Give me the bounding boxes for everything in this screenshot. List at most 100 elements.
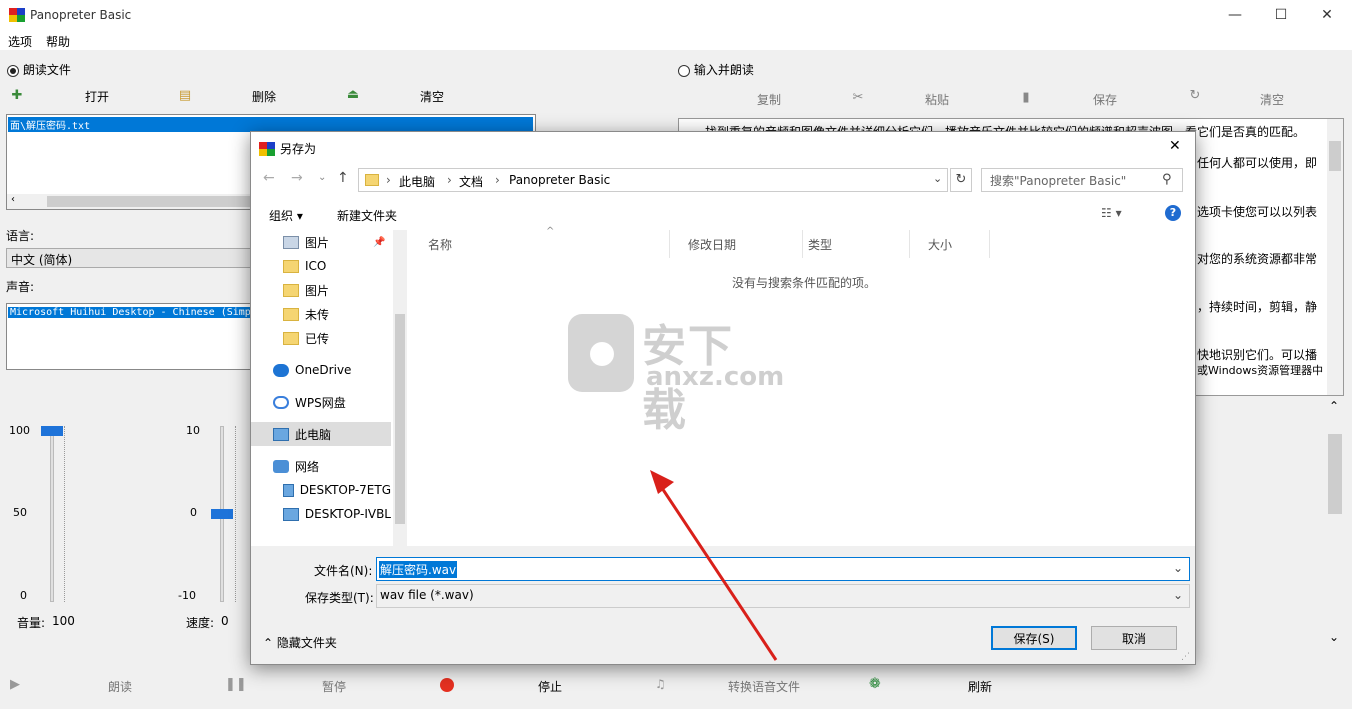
organize-button[interactable]: 组织 ▾ <box>269 207 303 224</box>
minimize-button[interactable]: — <box>1212 0 1258 30</box>
refresh-icon[interactable]: ❁ <box>869 676 881 692</box>
nav-network[interactable]: 网络 <box>251 454 391 478</box>
column-size[interactable]: 大小 <box>910 230 990 258</box>
read-button[interactable]: 朗读 <box>108 678 132 695</box>
view-options-icon[interactable]: ☷ ▾ <box>1101 206 1122 220</box>
dialog-save-button[interactable]: 保存(S) <box>991 626 1077 650</box>
paste-icon[interactable]: ✂ <box>850 90 866 106</box>
column-type[interactable]: 类型 <box>790 230 910 258</box>
stop-icon[interactable] <box>440 678 454 692</box>
nav-onedrive[interactable]: OneDrive <box>251 358 391 382</box>
page-vscroll-thumb[interactable] <box>1328 434 1342 514</box>
nav-vscroll-thumb[interactable] <box>395 314 405 524</box>
column-date-modified[interactable]: 修改日期 <box>670 230 803 258</box>
delete-file-icon[interactable]: ▤ <box>177 88 193 104</box>
clear-button[interactable]: 清空 <box>420 88 444 105</box>
nav-ico[interactable]: ICO <box>251 254 391 278</box>
nav-wps[interactable]: WPS网盘 <box>251 390 391 414</box>
pause-button[interactable]: 暂停 <box>322 678 346 695</box>
read-file-radio[interactable] <box>7 64 19 77</box>
stop-button[interactable]: 停止 <box>538 678 562 695</box>
voice-list-item[interactable]: Microsoft Huihui Desktop - Chinese (Simp… <box>8 307 254 318</box>
nav-label: 未传 <box>305 307 330 322</box>
hide-folders-toggle[interactable]: ⌃ 隐藏文件夹 <box>263 634 337 651</box>
address-dropdown-icon[interactable]: ⌄ <box>933 172 942 185</box>
refresh-location-icon[interactable]: ↻ <box>950 168 972 192</box>
back-icon[interactable]: ← <box>263 170 275 186</box>
breadcrumb-this-pc[interactable]: 此电脑 <box>399 173 435 190</box>
recent-dropdown-icon[interactable]: ⌄ <box>318 172 326 183</box>
filetype-label: 保存类型(T): <box>305 591 374 605</box>
menu-help[interactable]: 帮助 <box>46 33 70 50</box>
scroll-up-icon[interactable]: ⌃ <box>1329 399 1339 413</box>
arrow-shaft <box>656 481 778 661</box>
resize-grip-icon[interactable]: ⋰ <box>1181 652 1190 662</box>
clear-list-icon[interactable]: ⏏ <box>345 87 361 103</box>
address-bar[interactable]: › 此电脑 › 文档 › Panopreter Basic ⌄ <box>358 168 948 192</box>
filename-value: 解压密码.wav <box>379 561 458 578</box>
vscroll-thumb[interactable] <box>1329 141 1341 171</box>
speed-value: 0 <box>221 614 229 628</box>
clear-text-button[interactable]: 清空 <box>1260 91 1284 108</box>
input-read-radio-group[interactable]: 输入并朗读 <box>678 61 754 78</box>
page-vscroll[interactable]: ⌃ ⌄ <box>1326 396 1344 660</box>
open-file-icon[interactable]: ✚ <box>9 88 25 104</box>
up-icon[interactable]: ↑ <box>337 170 349 186</box>
nav-label: DESKTOP-IVBL <box>304 507 391 521</box>
refresh-button[interactable]: 刷新 <box>968 678 992 695</box>
file-list-item[interactable]: 面\解压密码.txt <box>8 117 533 132</box>
open-button[interactable]: 打开 <box>85 88 109 105</box>
clear-text-icon[interactable]: ↻ <box>1187 88 1203 104</box>
watermark-en: anxz.com <box>646 362 785 392</box>
filetype-dropdown-icon[interactable]: ⌄ <box>1173 588 1183 602</box>
help-icon[interactable]: ? <box>1165 205 1181 221</box>
breadcrumb-panopreter[interactable]: Panopreter Basic <box>509 173 610 187</box>
paste-button[interactable]: 粘贴 <box>925 91 949 108</box>
nav-not-uploaded[interactable]: 未传 <box>251 302 391 326</box>
filename-dropdown-icon[interactable]: ⌄ <box>1173 561 1183 575</box>
delete-button[interactable]: 删除 <box>252 88 276 105</box>
text-pane-vscroll[interactable] <box>1327 119 1343 395</box>
nav-desktop-7etg[interactable]: DESKTOP-7ETG <box>251 478 391 502</box>
command-bar: 组织 ▾ 新建文件夹 ☷ ▾ ? <box>251 200 1195 230</box>
maximize-button[interactable]: ☐ <box>1258 0 1304 30</box>
hscroll-thumb[interactable] <box>47 196 257 207</box>
forward-icon[interactable]: → <box>291 170 303 186</box>
copy-button[interactable]: 复制 <box>757 91 781 108</box>
voice-list[interactable]: Microsoft Huihui Desktop - Chinese (Simp… <box>6 303 256 370</box>
volume-tick-mid: 50 <box>13 506 27 519</box>
menu-options[interactable]: 选项 <box>8 33 32 50</box>
pin-icon: 📌 <box>373 236 386 248</box>
save-button[interactable]: 保存 <box>1093 91 1117 108</box>
breadcrumb-documents[interactable]: 文档 <box>459 173 483 190</box>
convert-button[interactable]: 转换语音文件 <box>728 678 800 695</box>
app-logo-icon <box>9 8 25 22</box>
volume-track[interactable] <box>50 426 54 602</box>
speed-thumb[interactable] <box>211 509 233 519</box>
close-window-button[interactable]: ✕ <box>1304 0 1350 30</box>
language-select[interactable]: 中文 (简体) <box>6 248 256 268</box>
input-read-radio[interactable] <box>678 64 690 77</box>
read-file-radio-group[interactable]: 朗读文件 <box>7 61 71 78</box>
pause-icon[interactable]: ❚❚ <box>225 677 247 692</box>
nav-this-pc[interactable]: 此电脑 <box>251 422 391 446</box>
nav-pictures-pinned[interactable]: 图片 📌 <box>251 230 391 254</box>
nav-uploaded[interactable]: 已传 <box>251 326 391 350</box>
new-folder-button[interactable]: 新建文件夹 <box>337 207 397 224</box>
search-input[interactable]: 搜索"Panopreter Basic" <box>981 168 1183 192</box>
nav-vscroll[interactable] <box>393 230 407 546</box>
volume-thumb[interactable] <box>41 426 63 436</box>
nav-desktop-ivbl[interactable]: DESKTOP-IVBL <box>251 502 391 526</box>
save-text-icon[interactable]: ▮ <box>1018 90 1034 106</box>
computer-icon <box>283 507 299 521</box>
dialog-cancel-button[interactable]: 取消 <box>1091 626 1177 650</box>
column-name[interactable]: 名称 <box>410 230 670 258</box>
scroll-down-icon[interactable]: ⌄ <box>1329 630 1339 644</box>
play-icon[interactable]: ▶ <box>10 677 20 692</box>
convert-icon[interactable]: ♫ <box>655 677 666 691</box>
volume-ticks <box>64 426 65 602</box>
playback-bar: ▶ 朗读 ❚❚ 暂停 停止 ♫ 转换语音文件 ❁ 刷新 <box>0 670 1352 700</box>
dialog-close-icon[interactable]: ✕ <box>1169 138 1181 154</box>
scroll-left-icon[interactable]: ‹ <box>11 194 15 205</box>
nav-pictures[interactable]: 图片 <box>251 278 391 302</box>
